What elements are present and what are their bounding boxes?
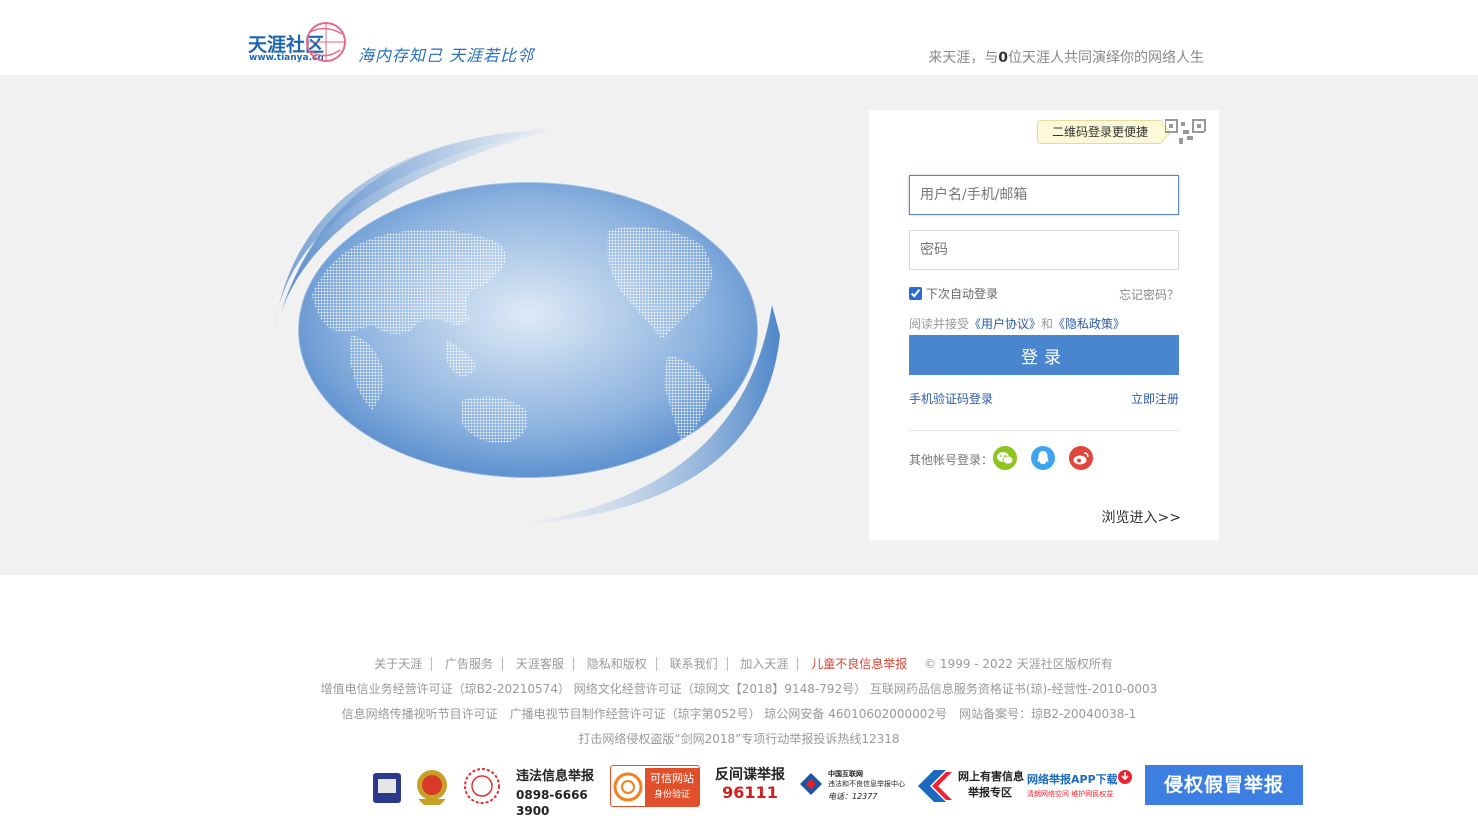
header-tagline: 来天涯，与0位天涯人共同演绎你的网络人生 — [928, 50, 1204, 66]
forgot-password-link[interactable]: 忘记密码？ — [1119, 286, 1179, 303]
agreement-text: 阅读并接受《用户协议》和《隐私政策》 — [909, 317, 1126, 331]
hotline-line: 打击网络侵权盗版“剑网2018”专项行动举报投诉热线12318 — [578, 732, 900, 746]
logo-globe-icon — [306, 22, 346, 62]
license-line-1: 增值电信业务经营许可证（琼B2-20210574） 网络文化经营许可证（琼网文【… — [320, 682, 1158, 696]
footer-link-privacy[interactable]: 隐私和版权 — [577, 657, 657, 671]
qr-login-tip: 二维码登录更便捷 — [1037, 120, 1164, 144]
harmful-info-icon — [918, 770, 952, 802]
report-seal-icon — [464, 768, 500, 804]
site-footer: 关于天涯 广告服务 天涯客服 隐私和版权 联系我们 加入天涯 儿童不良信息举报 … — [0, 575, 1478, 837]
footer-links: 关于天涯 广告服务 天涯客服 隐私和版权 联系我们 加入天涯 儿童不良信息举报 … — [0, 655, 1478, 672]
copyright: © 1999 - 2022 天涯社区版权所有 — [924, 657, 1113, 671]
footer-link-contact[interactable]: 联系我们 — [660, 657, 728, 671]
download-icon — [1118, 770, 1132, 784]
other-login-label: 其他帐号登录： — [909, 453, 994, 467]
online-count: 0 — [998, 50, 1008, 66]
site-header: 天涯社区 www.tianya.cn 海内存知己 天涯若比邻 来天涯，与0位天涯… — [0, 0, 1478, 75]
weibo-login-icon[interactable] — [1069, 446, 1093, 470]
globe-illustration — [274, 128, 780, 525]
police-badge-icon[interactable] — [370, 765, 452, 807]
privacy-policy-link[interactable]: 《隐私政策》 — [1053, 317, 1125, 331]
login-button[interactable]: 登录 — [909, 335, 1179, 375]
footer-link-child-report[interactable]: 儿童不良信息举报 — [802, 657, 916, 671]
cnnic-logo-icon — [800, 773, 822, 795]
browse-enter-link[interactable]: 浏览进入>> — [1102, 507, 1181, 527]
footer-link-ads[interactable]: 广告服务 — [436, 657, 504, 671]
cnnic-report-badge[interactable]: 中国互联网 违法和不良信息举报中心 电话：12377 — [798, 765, 910, 807]
footer-link-about[interactable]: 关于天涯 — [365, 657, 433, 671]
qr-code-icon[interactable] — [1165, 118, 1209, 152]
trusted-site-badge[interactable]: 可信网站 身份验证 — [610, 765, 700, 807]
auto-login-checkbox[interactable]: 下次自动登录 — [909, 285, 998, 302]
tianya-logo[interactable]: 天涯社区 www.tianya.cn 海内存知己 天涯若比邻 — [248, 18, 538, 66]
qq-login-icon[interactable] — [1031, 446, 1055, 470]
username-input[interactable] — [909, 175, 1179, 215]
auto-login-check[interactable] — [909, 287, 922, 300]
user-agreement-link[interactable]: 《用户协议》 — [969, 317, 1041, 331]
harmful-info-report-badge[interactable]: 网上有害信息 举报专区 — [916, 765, 1024, 807]
wechat-login-icon[interactable] — [993, 446, 1017, 470]
report-app-download-badge[interactable]: 网络举报APP下载 清朗网络空间 维护网民权益 — [1027, 765, 1137, 807]
login-band: 二维码登录更便捷 下次自动登录 忘记密码？ 阅读并接受《用户协议》和《隐私政策》… — [0, 75, 1478, 575]
trusted-site-icon — [613, 772, 643, 802]
illegal-info-report-badge[interactable]: 违法信息举报 0898-6666 3900 — [458, 765, 603, 818]
footer-link-join[interactable]: 加入天涯 — [731, 657, 799, 671]
infringement-report-button[interactable]: 侵权假冒举报 — [1145, 765, 1303, 805]
sms-login-link[interactable]: 手机验证码登录 — [909, 390, 993, 407]
footer-link-service[interactable]: 天涯客服 — [506, 657, 574, 671]
license-line-2: 信息网络传播视听节目许可证 广播电视节目制作经营许可证（琼字第052号） 琼公网… — [341, 707, 1137, 721]
footer-badges: 违法信息举报 0898-6666 3900 可信网站 身份验证 反间谍举报 96… — [370, 765, 1305, 818]
login-panel: 二维码登录更便捷 下次自动登录 忘记密码？ 阅读并接受《用户协议》和《隐私政策》… — [869, 110, 1219, 540]
register-link[interactable]: 立即注册 — [1131, 390, 1179, 407]
logo-slogan: 海内存知己 天涯若比邻 — [358, 46, 535, 65]
auto-login-label: 下次自动登录 — [926, 287, 999, 301]
anti-spy-report-badge[interactable]: 反间谍举报 96111 — [710, 765, 790, 807]
divider — [909, 430, 1179, 431]
password-input[interactable] — [909, 230, 1179, 270]
